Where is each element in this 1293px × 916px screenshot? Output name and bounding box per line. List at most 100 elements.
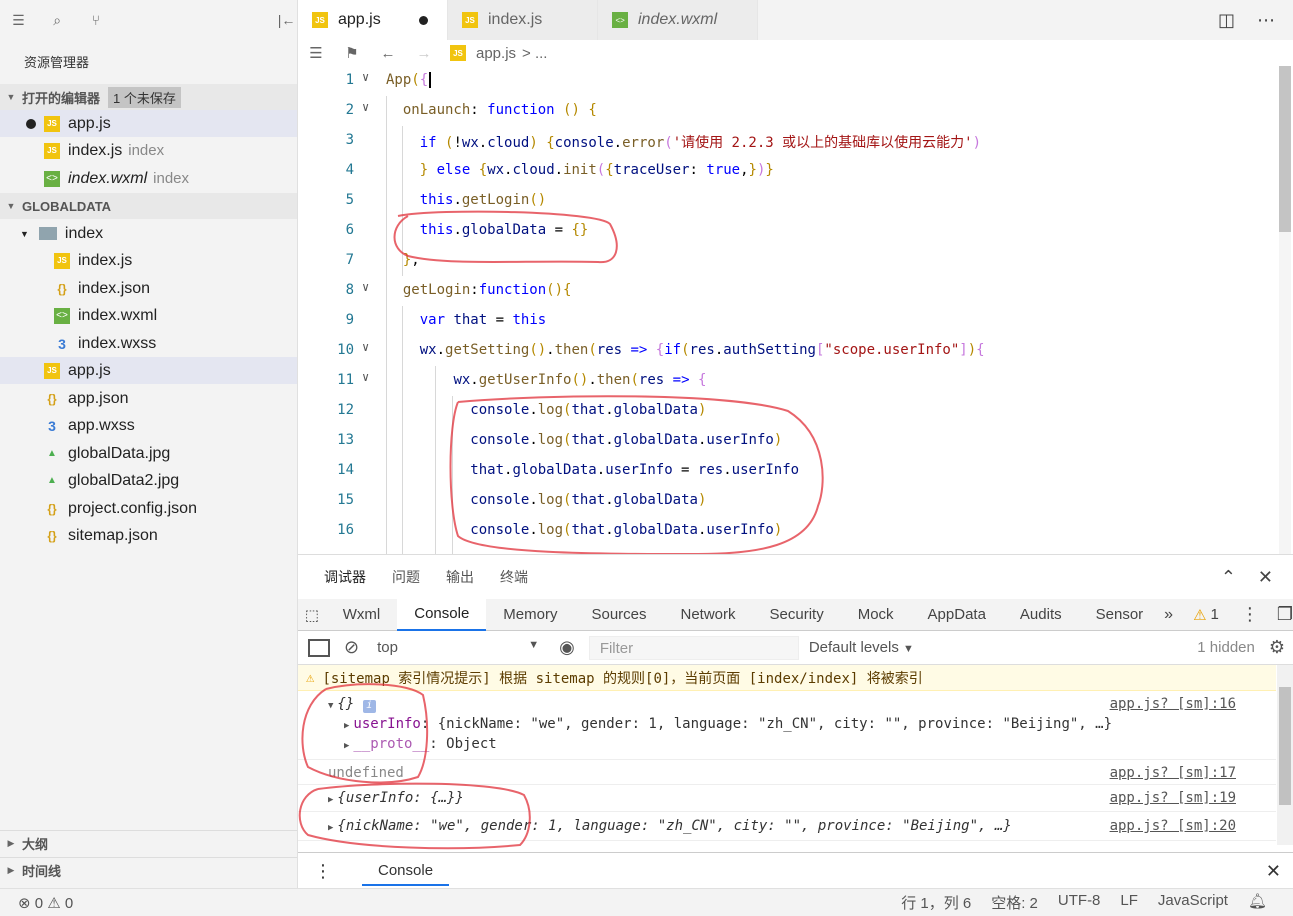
tab-index-wxml[interactable]: <> index.wxml [598,0,758,40]
warning-icon: ⚠ [47,894,61,912]
tree-item[interactable]: {} sitemap.json [0,522,297,549]
tree-folder-index[interactable]: ▼ index [0,220,297,247]
collapsed-triangle-icon[interactable]: ▶ [328,823,333,833]
open-editor-app-js[interactable]: JS app.js [0,110,297,137]
console-log-entry[interactable]: ▶ {userInfo: {…}} app.js? [sm]:19 [298,786,1276,812]
open-editor-index-js[interactable]: JS index.js index [0,137,297,164]
dock-icon[interactable]: ❐ [1277,604,1293,625]
source-link[interactable]: app.js? [sm]:19 [1110,790,1236,806]
unsaved-dot-icon[interactable] [418,15,428,25]
indentation[interactable]: 空格: 2 [991,892,1038,913]
timeline-header[interactable]: ▶ 时间线 [0,857,297,883]
bookmark-icon[interactable]: ⚑ [334,44,370,62]
drawer-tab-console[interactable]: Console [362,856,450,886]
language-mode[interactable]: JavaScript [1158,892,1228,913]
devtools-tab-appdata[interactable]: AppData [911,599,1003,631]
fold-chevron-icon[interactable]: ∨ [362,280,369,294]
tree-item[interactable]: 3 app.wxss [0,412,297,439]
collapse-sidebar-icon[interactable]: |← [276,9,297,31]
more-tabs-icon[interactable]: » [1164,606,1173,624]
code-editor[interactable]: 1 2 3 4 5 6 7 8 9 10 11 12 13 14 15 16 ∨… [298,66,1293,554]
devtools-tab-wxml[interactable]: Wxml [326,599,398,631]
source-control-icon[interactable]: ⑂ [86,9,107,31]
breadcrumb-file[interactable]: app.js [476,45,516,62]
devtools-tab-security[interactable]: Security [753,599,841,631]
project-header[interactable]: ▼ GLOBALDATA [0,193,297,219]
console-scrollbar-thumb[interactable] [1279,687,1291,805]
cursor-position[interactable]: 行 1，列 6 [901,892,971,913]
close-panel-icon[interactable]: ✕ [1258,567,1273,588]
info-icon[interactable]: i [362,700,376,713]
editor-scrollbar-thumb[interactable] [1279,66,1291,232]
fold-chevron-icon[interactable]: ∨ [362,100,369,114]
collapsed-triangle-icon[interactable]: ▶ [344,721,349,731]
tree-item-selected[interactable]: JS app.js [0,357,297,384]
source-link[interactable]: app.js? [sm]:17 [1110,765,1236,781]
collapsed-triangle-icon[interactable]: ▶ [344,741,349,751]
list-icon[interactable]: ☰ [298,44,334,62]
open-editor-index-wxml[interactable]: <> index.wxml index [0,165,297,192]
devtools-tab-audits[interactable]: Audits [1003,599,1079,631]
devtools-menu-icon[interactable]: ⋮ [1241,604,1259,625]
log-levels-select[interactable]: Default levels ▼ [809,639,914,656]
console-log-entry[interactable]: undefined app.js? [sm]:17 [298,761,1276,785]
image-file-icon: ▲ [47,475,57,486]
devtools-tab-network[interactable]: Network [664,599,753,631]
devtools-tab-console[interactable]: Console [397,598,487,631]
sidebar-toggle-icon[interactable] [308,638,330,657]
outline-header[interactable]: ▶ 大纲 [0,830,297,856]
problems-indicator[interactable]: ⊗ 0 ⚠ 0 [18,894,73,912]
tab-app-js[interactable]: JS app.js [298,0,448,40]
collapsed-triangle-icon[interactable]: ▶ [328,795,333,805]
back-arrow-icon[interactable]: ← [370,45,406,62]
open-editors-header[interactable]: ▼ 打开的编辑器 1 个未保存 [0,84,297,110]
warning-icon[interactable]: ⚠ [1193,606,1206,624]
console-log-entry[interactable]: ▼ {} i ▶ userInfo: {nickName: "we", gender… [298,692,1276,760]
json-file-icon: {} [47,391,57,406]
settings-gear-icon[interactable]: ⚙ [1269,637,1293,658]
expanded-triangle-icon[interactable]: ▼ [328,701,333,711]
console-log-entry[interactable]: ▶ {nickName: "we", gender: 1, language: "… [298,813,1276,841]
tree-item[interactable]: {} index.json [0,275,297,302]
source-link[interactable]: app.js? [sm]:16 [1110,696,1236,712]
tab-output[interactable]: 输出 [446,567,474,587]
search-icon[interactable]: ⌕ [47,9,68,31]
inspect-element-icon[interactable]: ⬚ [298,606,326,624]
tree-item[interactable]: ▲ globalData.jpg [0,440,297,467]
explorer-icon[interactable]: ☰ [8,9,29,31]
devtools-tab-mock[interactable]: Mock [841,599,911,631]
fold-chevron-icon[interactable]: ∨ [362,370,369,384]
live-expression-eye-icon[interactable]: ◉ [559,637,575,658]
notifications-bell-icon[interactable]: 🔔︎ [1248,892,1267,913]
tree-item[interactable]: 3 index.wxss [0,330,297,357]
tab-debugger[interactable]: 调试器 [324,567,366,587]
tab-problems[interactable]: 问题 [392,567,420,587]
end-of-line[interactable]: LF [1120,892,1138,913]
maximize-panel-icon[interactable]: ⌃ [1221,567,1236,588]
devtools-tab-memory[interactable]: Memory [486,599,574,631]
fold-chevron-icon[interactable]: ∨ [362,70,369,84]
tree-item[interactable]: {} app.json [0,385,297,412]
more-actions-icon[interactable]: ⋯ [1257,10,1275,31]
devtools-tab-sensor[interactable]: Sensor [1079,599,1161,631]
fold-chevron-icon[interactable]: ∨ [362,340,369,354]
drawer-menu-icon[interactable]: ⋮ [314,861,332,882]
warning-count[interactable]: 1 [1211,606,1219,623]
filter-input[interactable]: Filter [588,635,799,660]
source-link[interactable]: app.js? [sm]:20 [1110,818,1236,834]
context-select[interactable]: top ▼ [377,639,545,656]
tree-item[interactable]: {} project.config.json [0,495,297,522]
line-number: 10 [337,342,354,358]
clear-console-icon[interactable]: ⊘ [344,637,359,658]
tree-item[interactable]: ▲ globalData2.jpg [0,467,297,494]
encoding[interactable]: UTF-8 [1058,892,1101,913]
close-drawer-icon[interactable]: ✕ [1266,861,1293,882]
breadcrumb-rest[interactable]: > ... [522,45,547,62]
tree-item[interactable]: <> index.wxml [0,302,297,329]
split-editor-icon[interactable]: ◫ [1218,10,1235,31]
tab-terminal[interactable]: 终端 [500,567,528,587]
tab-index-js[interactable]: JS index.js [448,0,598,40]
tree-item[interactable]: JS index.js [0,247,297,274]
devtools-tab-sources[interactable]: Sources [574,599,663,631]
forward-arrow-icon[interactable]: → [406,45,442,62]
